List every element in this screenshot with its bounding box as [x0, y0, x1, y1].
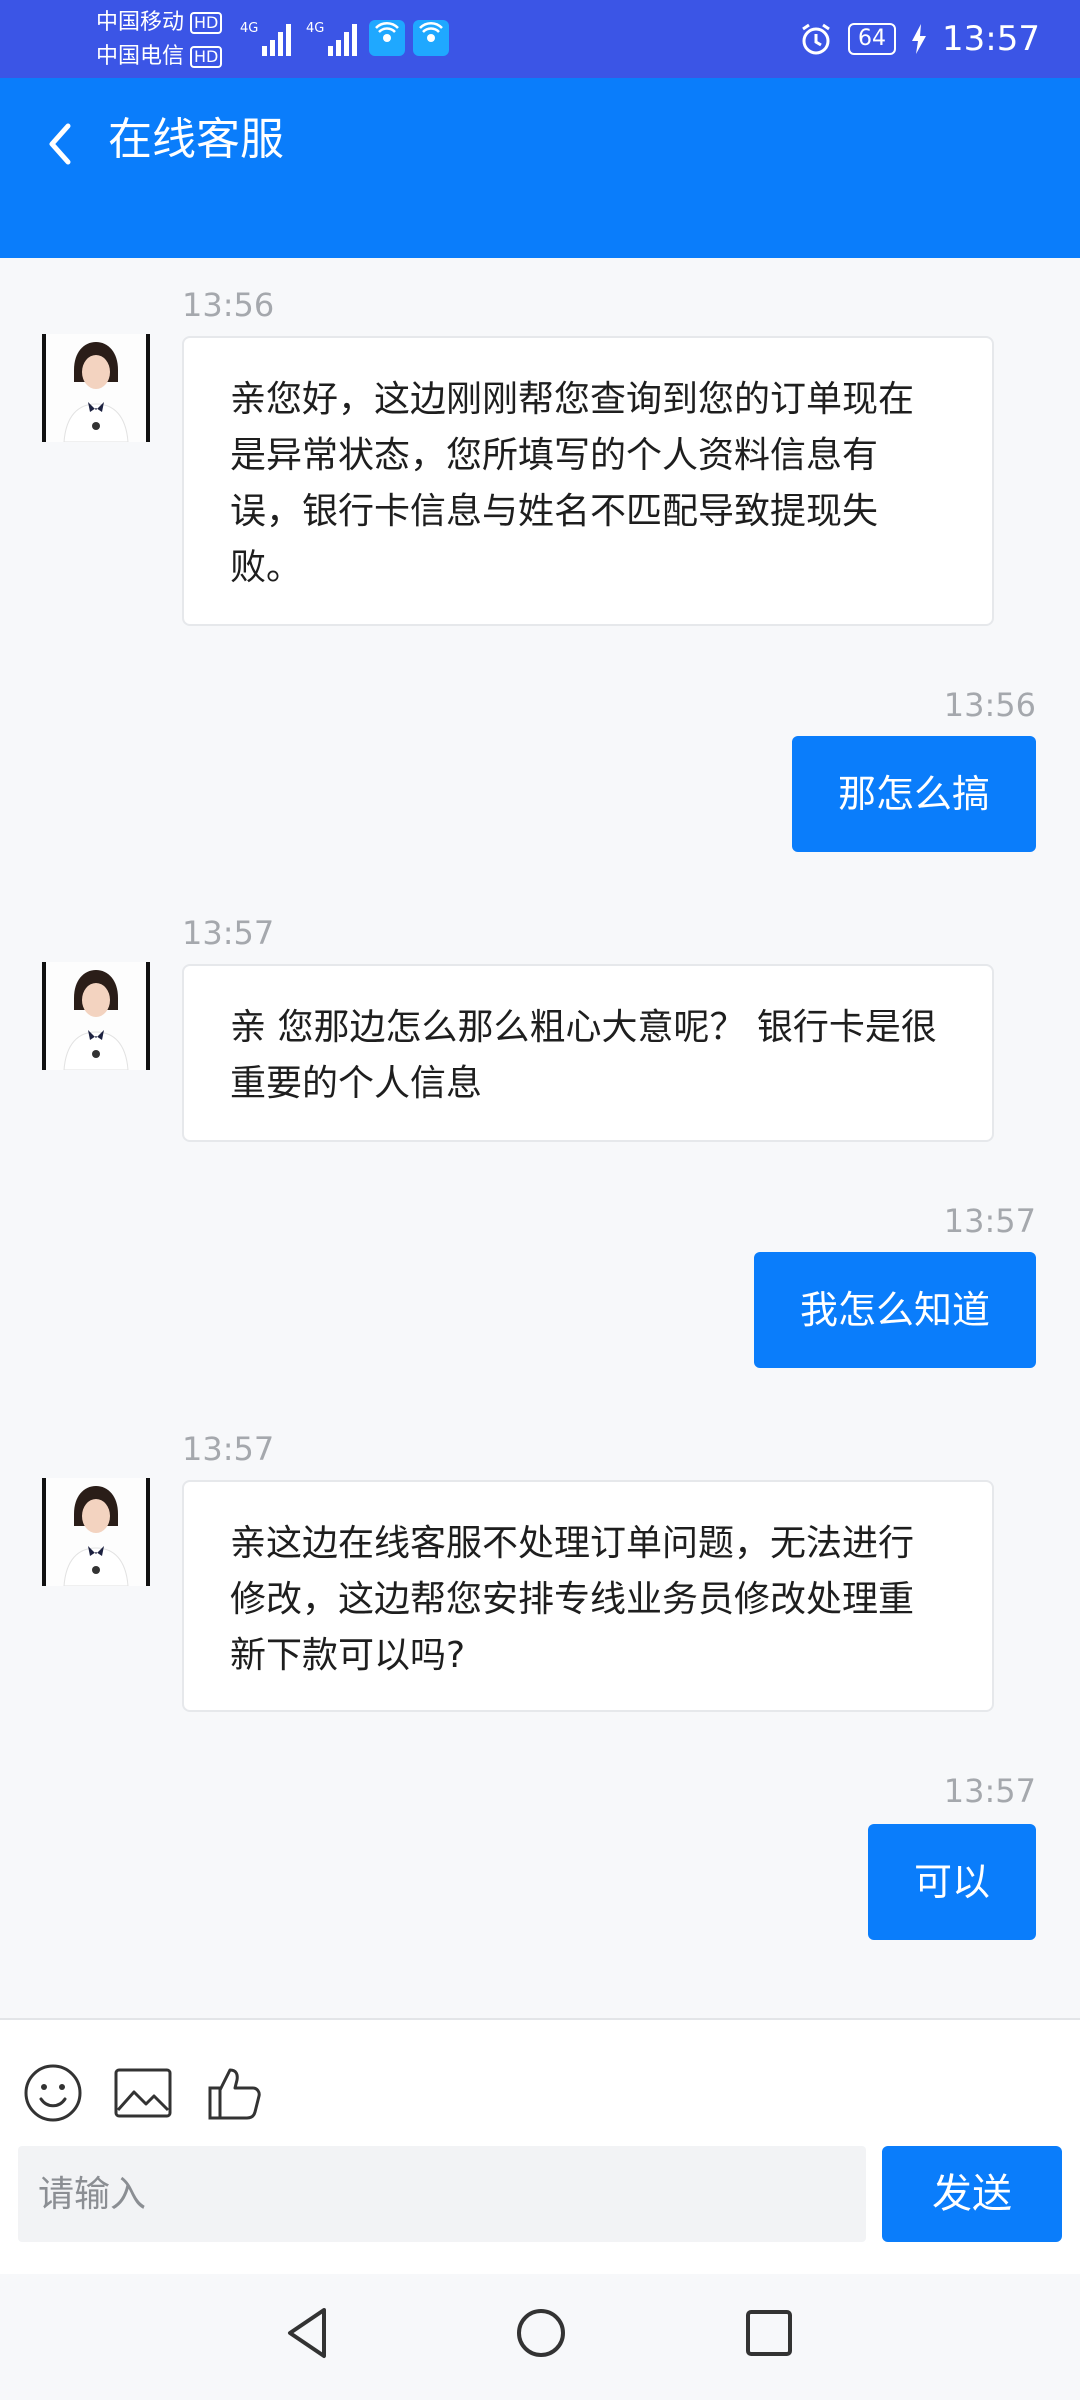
charging-icon	[912, 24, 927, 54]
message-input[interactable]	[18, 2146, 866, 2242]
incoming-message-bubble: 亲 您那边怎么那么粗心大意呢？ 银行卡是很重要的个人信息	[182, 964, 994, 1142]
thumbs-up-icon[interactable]	[204, 2062, 266, 2124]
agent-avatar	[42, 334, 150, 442]
incoming-message-bubble: 亲您好，这边刚刚帮您查询到您的订单现在是异常状态，您所填写的个人资料信息有误，银…	[182, 336, 994, 626]
message-timestamp: 13:56	[943, 686, 1036, 724]
image-icon[interactable]	[112, 2062, 174, 2124]
status-bar: 中国移动 HD 中国电信 HD 4G 4G 64 13:57	[0, 0, 1080, 78]
outgoing-message-bubble: 可以	[867, 1824, 1036, 1940]
emoji-icon[interactable]	[22, 2062, 84, 2124]
page-title: 在线客服	[108, 114, 284, 165]
svg-text:4G: 4G	[306, 21, 324, 36]
battery-indicator: 64	[848, 23, 897, 55]
carrier-info: 中国移动 HD 中国电信 HD	[96, 6, 223, 74]
signal-icon-1: 4G	[240, 21, 291, 56]
recents-square-icon[interactable]	[736, 2300, 802, 2366]
hotspot-icon-2	[413, 20, 449, 56]
outgoing-message-bubble: 我怎么知道	[753, 1252, 1036, 1368]
app-header: 在线客服	[0, 78, 1080, 258]
message-timestamp: 13:56	[182, 286, 275, 324]
hotspot-icon-1	[369, 20, 405, 56]
hd-badge-1: HD	[190, 12, 223, 34]
svg-text:4G: 4G	[240, 21, 258, 36]
signal-icon-2: 4G	[306, 21, 357, 56]
back-triangle-icon[interactable]	[276, 2300, 342, 2366]
hd-badge-2: HD	[190, 46, 223, 68]
incoming-message-bubble: 亲这边在线客服不处理订单问题，无法进行修改，这边帮您安排专线业务员修改处理重新下…	[182, 1480, 994, 1712]
message-timestamp: 13:57	[943, 1772, 1036, 1810]
home-circle-icon[interactable]	[508, 2300, 574, 2366]
carrier-1: 中国移动	[96, 10, 185, 35]
status-time: 13:57	[942, 19, 1040, 59]
send-button[interactable]: 发送	[882, 2146, 1062, 2242]
carrier-2: 中国电信	[96, 44, 185, 69]
back-arrow-icon[interactable]	[40, 114, 80, 174]
agent-avatar	[42, 1478, 150, 1586]
alarm-icon	[802, 23, 830, 55]
agent-avatar	[42, 962, 150, 1070]
message-timestamp: 13:57	[943, 1202, 1036, 1240]
outgoing-message-bubble: 那怎么搞	[791, 736, 1036, 852]
message-timestamp: 13:57	[182, 1430, 275, 1468]
message-timestamp: 13:57	[182, 914, 275, 952]
